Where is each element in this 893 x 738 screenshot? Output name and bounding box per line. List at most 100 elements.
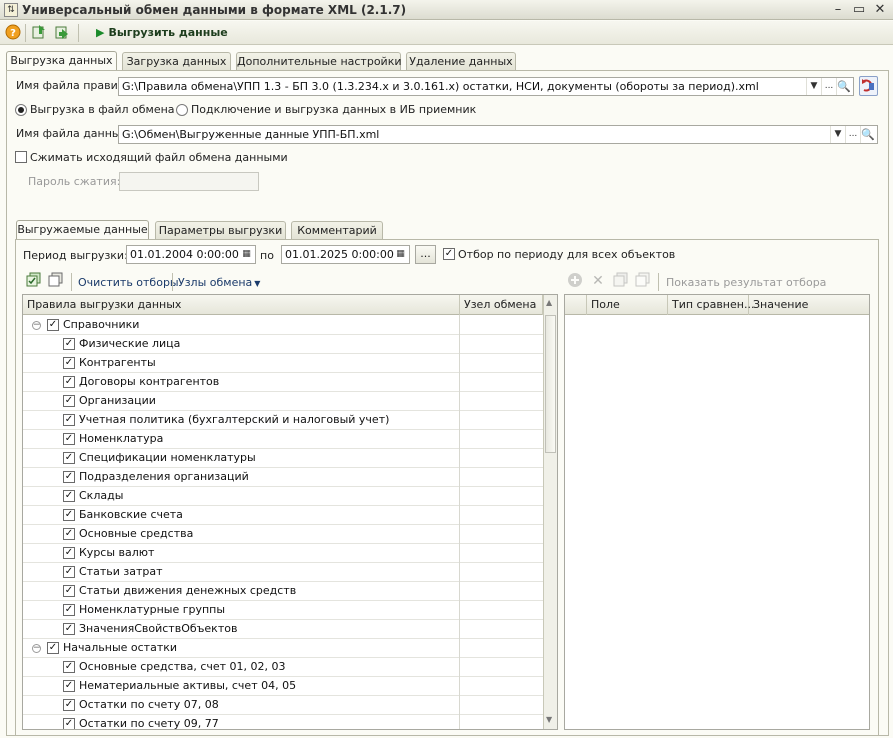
uncheck-all-icon[interactable] xyxy=(634,272,652,290)
password-field[interactable] xyxy=(119,172,259,191)
row-checkbox[interactable]: ✓ xyxy=(63,604,75,616)
row-checkbox[interactable]: ✓ xyxy=(63,718,75,729)
table-row[interactable]: ✓ Организации xyxy=(23,392,543,411)
row-checkbox[interactable]: ✓ xyxy=(63,338,75,350)
row-checkbox[interactable]: ✓ xyxy=(63,547,75,559)
search-icon[interactable]: 🔍 xyxy=(836,78,851,95)
row-checkbox[interactable]: ✓ xyxy=(63,566,75,578)
tab-additional-settings[interactable]: Дополнительные настройки xyxy=(236,52,402,71)
scroll-thumb[interactable] xyxy=(545,315,556,453)
table-row[interactable]: ✓ Основные средства, счет 01, 02, 03 xyxy=(23,658,543,677)
clear-filters-button[interactable]: Очистить отборы xyxy=(78,276,179,289)
table-row[interactable]: ✓ Контрагенты xyxy=(23,354,543,373)
restore-button[interactable]: ▭ xyxy=(849,1,869,19)
row-checkbox[interactable]: ✓ xyxy=(63,585,75,597)
row-checkbox[interactable]: ✓ xyxy=(63,490,75,502)
calendar-icon[interactable]: ▦ xyxy=(393,246,408,263)
tab-export[interactable]: Выгрузка данных xyxy=(6,51,117,71)
export-data-button[interactable]: ▶ Выгрузить данные xyxy=(96,24,228,42)
row-checkbox[interactable]: ✓ xyxy=(63,376,75,388)
dropdown-icon[interactable]: ▼ xyxy=(806,78,821,95)
table-row[interactable]: ✓ Номенклатурные группы xyxy=(23,601,543,620)
table-row[interactable]: ✓ Номенклатура xyxy=(23,430,543,449)
tab-export-parameters[interactable]: Параметры выгрузки xyxy=(155,221,286,240)
mode-db-radio[interactable] xyxy=(176,104,188,116)
mode-file-label[interactable]: Выгрузка в файл обмена xyxy=(30,103,175,116)
rules-grid[interactable]: Правила выгрузки данных Узел обмена − ✓ Сп… xyxy=(22,294,558,730)
table-row[interactable]: ✓ Спецификации номенклатуры xyxy=(23,449,543,468)
table-row[interactable]: ✓ Договоры контрагентов xyxy=(23,373,543,392)
load-settings-icon[interactable] xyxy=(30,24,48,42)
row-checkbox[interactable]: ✓ xyxy=(63,680,75,692)
group-row[interactable]: − ✓ Начальные остатки xyxy=(23,639,543,658)
data-file-field[interactable]: G:\Обмен\Выгруженные данные УПП-БП.xml xyxy=(118,125,878,144)
exchange-nodes-button[interactable]: Узлы обмена ▼ xyxy=(178,276,260,289)
delete-icon[interactable]: ✕ xyxy=(589,272,607,290)
row-checkbox[interactable]: ✓ xyxy=(47,319,59,331)
tab-comment[interactable]: Комментарий xyxy=(291,221,383,240)
table-row[interactable]: ✓ Склады xyxy=(23,487,543,506)
col-node-header[interactable]: Узел обмена xyxy=(460,295,543,315)
save-settings-icon[interactable] xyxy=(53,24,71,42)
row-checkbox[interactable]: ✓ xyxy=(63,471,75,483)
table-row[interactable]: ✓ Основные средства xyxy=(23,525,543,544)
collapse-icon[interactable]: − xyxy=(32,321,41,330)
add-icon[interactable] xyxy=(566,272,584,290)
mode-db-label[interactable]: Подключение и выгрузка данных в ИБ прием… xyxy=(191,103,476,116)
tab-import[interactable]: Загрузка данных xyxy=(122,52,231,71)
col-value-header[interactable]: Значение xyxy=(749,295,869,315)
period-select-button[interactable]: ... xyxy=(415,245,436,264)
rules-file-field[interactable]: G:\Правила обмена\УПП 1.3 - БП 3.0 (1.3.… xyxy=(118,77,854,96)
minimize-button[interactable]: – xyxy=(828,1,848,19)
dropdown-icon[interactable]: ▼ xyxy=(830,126,845,143)
table-row[interactable]: ✓ Остатки по счету 07, 08 xyxy=(23,696,543,715)
search-icon[interactable]: 🔍 xyxy=(860,126,875,143)
show-filter-result-button[interactable]: Показать результат отбора xyxy=(666,276,826,289)
table-row[interactable]: ✓ Физические лица xyxy=(23,335,543,354)
table-row[interactable]: ✓ Банковские счета xyxy=(23,506,543,525)
compress-checkbox[interactable] xyxy=(15,151,27,163)
check-all-icon[interactable] xyxy=(612,272,630,290)
row-checkbox[interactable]: ✓ xyxy=(63,452,75,464)
mode-file-radio[interactable] xyxy=(15,104,27,116)
filter-all-checkbox[interactable]: ✓ xyxy=(443,248,455,260)
period-to-field[interactable]: 01.01.2025 0:00:00 xyxy=(281,245,410,264)
table-row[interactable]: ✓ Статьи затрат xyxy=(23,563,543,582)
scroll-up-icon[interactable]: ▲ xyxy=(546,298,552,307)
row-checkbox[interactable]: ✓ xyxy=(63,414,75,426)
table-row[interactable]: ✓ Курсы валют xyxy=(23,544,543,563)
close-button[interactable]: ✕ xyxy=(870,1,890,19)
period-from-field[interactable]: 01.01.2004 0:00:00 xyxy=(126,245,256,264)
collapse-icon[interactable]: − xyxy=(32,644,41,653)
tab-exported-data[interactable]: Выгружаемые данные xyxy=(16,220,149,240)
row-checkbox[interactable]: ✓ xyxy=(63,357,75,369)
col-rules-header[interactable]: Правила выгрузки данных xyxy=(23,295,460,315)
table-row[interactable]: ✓ Нематериальные активы, счет 04, 05 xyxy=(23,677,543,696)
rules-scrollbar[interactable]: ▲ ▼ xyxy=(543,295,557,729)
table-row[interactable]: ✓ ЗначенияСвойствОбъектов xyxy=(23,620,543,639)
filter-grid[interactable]: Поле Тип сравнен... Значение xyxy=(564,294,870,730)
col-field-header[interactable]: Поле xyxy=(587,295,668,315)
compress-label[interactable]: Сжимать исходящий файл обмена данными xyxy=(30,151,288,164)
row-checkbox[interactable]: ✓ xyxy=(63,509,75,521)
table-row[interactable]: ✓ Учетная политика (бухгалтерский и налог… xyxy=(23,411,543,430)
select-button[interactable]: ... xyxy=(821,78,836,95)
tab-delete-data[interactable]: Удаление данных xyxy=(406,52,516,71)
select-button[interactable]: ... xyxy=(845,126,860,143)
row-checkbox[interactable]: ✓ xyxy=(63,528,75,540)
help-icon[interactable]: ? xyxy=(4,24,22,42)
col-compare-header[interactable]: Тип сравнен... xyxy=(668,295,754,315)
row-checkbox[interactable]: ✓ xyxy=(63,699,75,711)
check-all-icon[interactable] xyxy=(25,272,43,290)
table-row[interactable]: ✓ Статьи движения денежных средств xyxy=(23,582,543,601)
row-checkbox[interactable]: ✓ xyxy=(63,395,75,407)
scroll-down-icon[interactable]: ▼ xyxy=(546,715,552,724)
calendar-icon[interactable]: ▦ xyxy=(239,246,254,263)
row-checkbox[interactable]: ✓ xyxy=(63,661,75,673)
table-row[interactable]: ✓ Остатки по счету 09, 77 xyxy=(23,715,543,729)
uncheck-all-icon[interactable] xyxy=(47,272,65,290)
open-rules-icon[interactable] xyxy=(859,76,878,96)
row-checkbox[interactable]: ✓ xyxy=(47,642,59,654)
row-checkbox[interactable]: ✓ xyxy=(63,623,75,635)
group-row[interactable]: − ✓ Справочники xyxy=(23,316,543,335)
